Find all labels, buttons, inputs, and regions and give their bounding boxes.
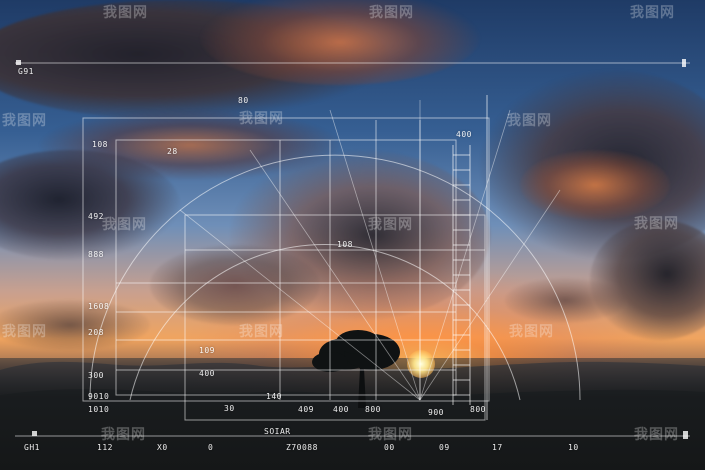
label-base-4: 400	[333, 405, 349, 414]
watermark: 我图网	[2, 324, 47, 340]
label-left-4: 1608	[88, 302, 110, 311]
label-mid-1: 108	[337, 240, 353, 249]
watermark: 我图网	[630, 5, 675, 21]
watermark: 我图网	[509, 324, 554, 340]
label-base-6: 900	[428, 408, 444, 417]
label-bottom-6: 00	[384, 443, 395, 452]
label-bottom-3: X0	[157, 443, 168, 452]
label-mid-2: 109	[199, 346, 215, 355]
label-bottom-1: GH1	[24, 443, 40, 452]
watermark: 我图网	[102, 217, 147, 233]
label-arc-left: 28	[167, 147, 178, 156]
label-base-2: 140	[266, 392, 282, 401]
label-bottom-5: Z70088	[286, 443, 318, 452]
label-top-left: G91	[18, 67, 34, 76]
label-mid-3: 400	[199, 369, 215, 378]
label-left-6: 300	[88, 371, 104, 380]
watermark: 我图网	[369, 5, 414, 21]
watermark: 我图网	[103, 5, 148, 21]
label-base-3: 409	[298, 405, 314, 414]
label-base-5: 800	[365, 405, 381, 414]
label-left-7: 9010	[88, 392, 110, 401]
watermark: 我图网	[239, 111, 284, 127]
label-base-8: SOIAR	[264, 427, 291, 436]
label-arc-top: 80	[238, 96, 249, 105]
label-bottom-2: 112	[97, 443, 113, 452]
label-bottom-8: 17	[492, 443, 503, 452]
watermark: 我图网	[634, 427, 679, 443]
watermark: 我图网	[2, 113, 47, 129]
label-arc-right: 400	[456, 130, 472, 139]
label-base-7: 800	[470, 405, 486, 414]
label-base-1: 30	[224, 404, 235, 413]
label-bottom-9: 10	[568, 443, 579, 452]
watermark: 我图网	[507, 113, 552, 129]
watermark: 我图网	[368, 217, 413, 233]
watermark: 我图网	[101, 427, 146, 443]
watermark: 我图网	[634, 216, 679, 232]
watermark: 我图网	[239, 324, 284, 340]
label-left-1: 108	[92, 140, 108, 149]
label-left-8: 1010	[88, 405, 110, 414]
scene: G91 108 492 888 1608 208 300 9010 1010 8…	[0, 0, 705, 470]
label-bottom-4: 0	[208, 443, 214, 452]
label-bottom-7: 09	[439, 443, 450, 452]
label-left-5: 208	[88, 328, 104, 337]
label-left-3: 888	[88, 250, 104, 259]
watermark: 我图网	[368, 427, 413, 443]
